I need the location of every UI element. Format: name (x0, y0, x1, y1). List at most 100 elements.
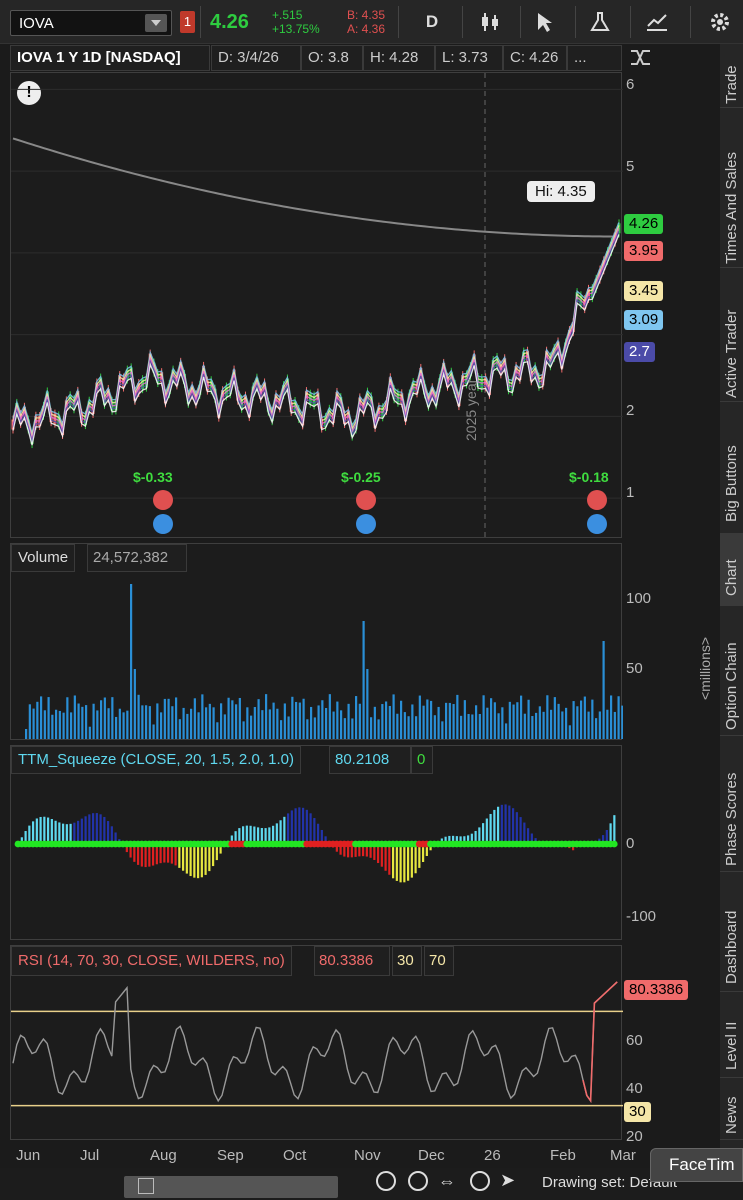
x-tick: Sep (217, 1147, 244, 1164)
zoom-in-icon[interactable] (408, 1171, 428, 1191)
volume-bar (482, 695, 485, 739)
volume-bar (441, 721, 444, 739)
tab-level-ii[interactable]: Level II (720, 992, 743, 1078)
x-tick: Aug (150, 1147, 177, 1164)
rsi-chart (11, 981, 623, 1107)
volume-bar (302, 698, 305, 739)
volume-bar (250, 715, 253, 739)
volume-bar (32, 708, 35, 739)
rsi-panel[interactable]: RSI (14, 70, 30, CLOSE, WILDERS, no) 80.… (10, 945, 623, 1140)
squeeze-bar (283, 816, 286, 844)
volume-bar (253, 707, 256, 739)
symbol-input[interactable]: IOVA (10, 10, 172, 36)
tab-chart[interactable]: Chart (720, 534, 743, 606)
pan-icon[interactable]: ⇔ (438, 1171, 456, 1192)
tab-times-and-sales[interactable]: Times And Sales (720, 108, 743, 268)
percent-change: +13.75% (272, 22, 320, 36)
crosshair-icon[interactable] (470, 1171, 490, 1191)
volume-bar (437, 706, 440, 739)
phone-icon[interactable] (153, 490, 173, 510)
volume-bar (73, 695, 76, 739)
alert-badge[interactable]: 1 (180, 11, 195, 33)
phone-icon[interactable] (356, 490, 376, 510)
zoom-out-icon[interactable] (376, 1171, 396, 1191)
tab-news[interactable]: News (720, 1078, 743, 1140)
squeeze-bar (88, 814, 91, 844)
symbol-dropdown-button[interactable] (145, 14, 167, 32)
tab-option-chain[interactable]: Option Chain (720, 606, 743, 736)
volume-bar (340, 710, 343, 739)
scrollbar[interactable] (124, 1176, 338, 1198)
volume-bar (287, 716, 290, 739)
flask-icon[interactable] (580, 4, 620, 40)
volume-bar (347, 703, 350, 739)
volume-bar (47, 697, 50, 739)
volume-bar (516, 702, 519, 739)
volume-bar (505, 723, 508, 739)
volume-bar (535, 712, 538, 739)
volume-bar (197, 712, 200, 739)
volume-bar (265, 694, 268, 739)
drawings-icon[interactable] (637, 4, 677, 40)
volume-bar (227, 697, 230, 739)
y-tick: 60 (626, 1032, 643, 1049)
bid-price: B: 4.35 (347, 8, 386, 22)
volume-bar (145, 705, 148, 739)
squeeze-bar (189, 844, 192, 877)
volume-bar (182, 707, 185, 739)
year-label: 2025 year (463, 378, 479, 441)
pointer-icon[interactable]: ➤ (500, 1170, 515, 1191)
bulb-icon[interactable] (153, 514, 173, 534)
volume-bar (257, 699, 260, 739)
gear-icon[interactable] (700, 4, 740, 40)
volume-bar (156, 703, 159, 739)
volume-bar (55, 709, 58, 739)
volume-bar (598, 711, 601, 739)
volume-bar (452, 704, 455, 739)
squeeze-bar (493, 809, 496, 844)
phone-icon[interactable] (587, 490, 607, 510)
tab-label: Chart (723, 559, 740, 596)
price-label: 3.95 (624, 241, 664, 261)
expand-icon[interactable] (628, 46, 654, 75)
y-tick: 6 (626, 76, 635, 93)
more-button[interactable]: ... (567, 45, 622, 71)
price-label-last: 4.26 (624, 214, 664, 234)
tab-trade[interactable]: Trade (720, 44, 743, 108)
volume-bar (460, 715, 463, 739)
tab-big-buttons[interactable]: Big Buttons (720, 402, 743, 534)
ttm-squeeze-panel[interactable]: TTM_Squeeze (CLOSE, 20, 1.5, 2.0, 1.0) 8… (10, 745, 622, 940)
bulb-icon[interactable] (587, 514, 607, 534)
moving-average-line (12, 228, 620, 440)
volume-bar (276, 708, 279, 739)
price-panel[interactable]: ! Hi: 4.35 2025 year $-0.33 $-0.25 $-0.1… (10, 72, 623, 539)
price-label: 3.45 (624, 281, 664, 301)
volume-panel[interactable]: Volume 24,572,382 (10, 543, 623, 740)
squeeze-bar (489, 813, 492, 844)
volume-bar (343, 718, 346, 739)
volume-bar (471, 714, 474, 739)
x-tick: Dec (418, 1147, 445, 1164)
squeeze-dot (610, 840, 618, 848)
squeeze-bar (519, 817, 522, 844)
squeeze-bar (35, 818, 38, 844)
squeeze-bar (95, 813, 98, 844)
facetime-popup[interactable]: FaceTim (650, 1148, 743, 1182)
scroll-home-icon[interactable] (138, 1178, 154, 1194)
high-field: H: 4.28 (363, 45, 435, 71)
toolbar-divider (630, 6, 631, 38)
volume-bar (358, 703, 361, 739)
volume-bar (36, 701, 39, 739)
cursor-icon[interactable] (525, 4, 565, 40)
volume-bar (497, 713, 500, 739)
volume-bar (328, 694, 331, 739)
x-tick: Nov (354, 1147, 381, 1164)
aggregation-period-button[interactable]: D (412, 4, 452, 40)
squeeze-bar (613, 815, 616, 844)
tab-active-trader[interactable]: Active Trader (720, 268, 743, 402)
tab-dashboard[interactable]: Dashboard (720, 872, 743, 992)
tab-phase-scores[interactable]: Phase Scores (720, 736, 743, 872)
candlestick-icon[interactable] (470, 4, 510, 40)
volume-bar (193, 698, 196, 739)
bulb-icon[interactable] (356, 514, 376, 534)
